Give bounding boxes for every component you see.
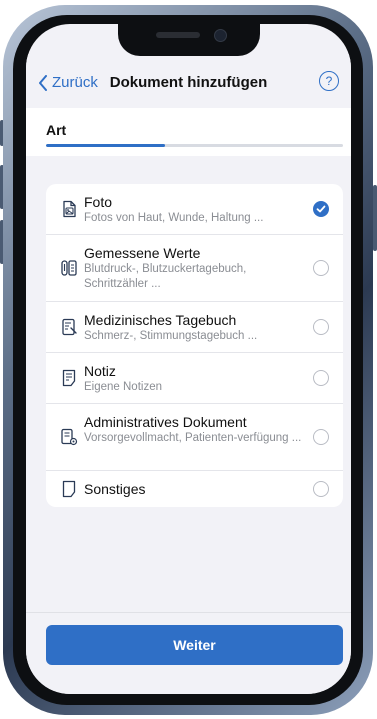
radio-unselected[interactable] — [313, 429, 329, 445]
checkmark-icon — [316, 205, 326, 213]
navigation-bar: Zurück Dokument hinzufügen ? — [26, 54, 351, 108]
radio-unselected[interactable] — [313, 481, 329, 497]
item-title: Sonstiges — [84, 481, 146, 497]
footer-bar: Weiter — [26, 612, 351, 694]
list-item-medizinisches-tagebuch[interactable]: Medizinisches Tagebuch Schmerz-, Stimmun… — [46, 302, 343, 353]
item-title: Administratives Dokument — [84, 414, 247, 430]
step-header: Art — [26, 108, 351, 156]
item-subtitle: Blutdruck-, Blutzuckertagebuch, Schrittz… — [84, 263, 247, 290]
document-type-list: Foto Fotos von Haut, Wunde, Haltung ... … — [46, 184, 343, 507]
radio-unselected[interactable] — [313, 370, 329, 386]
item-title: Medizinisches Tagebuch — [84, 312, 237, 328]
radio-selected[interactable] — [313, 201, 329, 217]
step-progress-track — [46, 144, 343, 147]
back-label: Zurück — [52, 74, 98, 91]
medical-diary-icon — [62, 318, 77, 336]
list-item-foto[interactable]: Foto Fotos von Haut, Wunde, Haltung ... — [46, 184, 343, 235]
item-subtitle: Vorsorgevollmacht, Patienten-verfügung .… — [84, 432, 302, 444]
item-subtitle: Fotos von Haut, Wunde, Haltung ... — [84, 212, 264, 224]
radio-unselected[interactable] — [313, 319, 329, 335]
measurement-icon — [61, 260, 77, 276]
generic-document-icon — [62, 480, 76, 498]
photo-document-icon — [63, 200, 76, 218]
item-subtitle: Eigene Notizen — [84, 381, 162, 393]
step-label: Art — [46, 122, 67, 138]
list-item-administratives-dokument[interactable]: Administratives Dokument Vorsorgevollmac… — [46, 404, 343, 471]
item-title: Notiz — [84, 363, 116, 379]
list-item-notiz[interactable]: Notiz Eigene Notizen — [46, 353, 343, 404]
item-title: Foto — [84, 194, 113, 210]
power-button — [373, 185, 377, 251]
list-item-gemessene-werte[interactable]: Gemessene Werte Blutdruck-, Blutzuckerta… — [46, 235, 343, 302]
radio-unselected[interactable] — [313, 260, 329, 276]
item-subtitle: Schmerz-, Stimmungstagebuch ... — [84, 330, 258, 342]
item-title: Gemessene Werte — [84, 245, 201, 261]
notch — [118, 24, 260, 56]
app-screen: Zurück Dokument hinzufügen ? Art Foto Fo… — [26, 24, 351, 694]
chevron-left-icon — [39, 74, 47, 91]
help-icon[interactable]: ? — [319, 71, 339, 91]
speaker — [156, 32, 200, 38]
admin-document-icon — [61, 428, 78, 446]
back-button[interactable]: Zurück — [38, 74, 98, 91]
step-progress-fill — [46, 144, 165, 147]
camera — [214, 29, 227, 42]
next-button[interactable]: Weiter — [46, 625, 343, 665]
note-icon — [62, 369, 76, 387]
list-item-sonstiges[interactable]: Sonstiges — [46, 471, 343, 507]
